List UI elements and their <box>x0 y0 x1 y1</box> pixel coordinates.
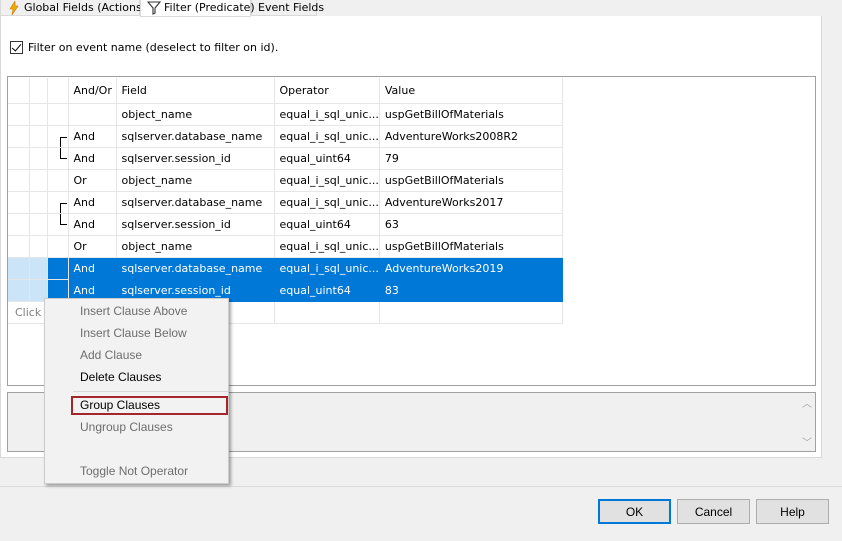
value-cell[interactable]: 83 <box>379 279 563 302</box>
field-cell[interactable]: object_name <box>116 235 275 258</box>
operator-cell[interactable]: equal_i_sql_unic... <box>274 191 380 214</box>
scroll-up-icon[interactable]: ︿ <box>802 395 812 410</box>
andor-cell[interactable]: And <box>68 125 117 148</box>
tab-label: Filter (Predicate) <box>164 1 255 14</box>
operator-cell[interactable]: equal_i_sql_unic... <box>274 235 380 258</box>
row-selector[interactable] <box>8 147 30 170</box>
field-cell[interactable]: sqlserver.session_id <box>116 213 275 236</box>
cancel-button[interactable]: Cancel <box>677 499 750 524</box>
value-cell[interactable]: uspGetBillOfMaterials <box>379 235 563 258</box>
andor-cell[interactable]: Or <box>68 169 117 192</box>
column-header-field[interactable]: Field <box>116 78 275 104</box>
andor-cell[interactable]: And <box>68 147 117 170</box>
vertical-scrollbar[interactable]: ︿ ﹀ <box>798 393 815 451</box>
filter-on-event-name-label: Filter on event name (deselect to filter… <box>28 41 279 54</box>
field-cell[interactable]: sqlserver.database_name <box>116 191 275 214</box>
help-button[interactable]: Help <box>756 499 829 524</box>
group-column-header <box>29 78 48 104</box>
scroll-down-icon[interactable]: ﹀ <box>802 434 812 449</box>
column-header-value[interactable]: Value <box>379 78 563 104</box>
row-selector[interactable] <box>8 279 30 302</box>
ok-button[interactable]: OK <box>598 499 671 524</box>
row-header-corner <box>8 78 30 104</box>
group-bracket <box>47 147 69 170</box>
value-cell[interactable]: AdventureWorks2019 <box>379 257 563 280</box>
group-column-header <box>47 78 69 104</box>
value-cell[interactable]: 63 <box>379 213 563 236</box>
operator-cell[interactable]: equal_i_sql_unic... <box>274 125 380 148</box>
operator-cell[interactable]: equal_uint64 <box>274 147 380 170</box>
field-cell[interactable]: sqlserver.database_name <box>116 257 275 280</box>
operator-cell[interactable]: equal_uint64 <box>274 213 380 236</box>
tab-strip: Global Fields (Actions) Filter (Predicat… <box>0 0 842 17</box>
andor-cell[interactable]: Or <box>68 235 117 258</box>
menu-item-group-clauses[interactable]: Group Clauses <box>80 395 160 415</box>
group-bracket <box>47 125 69 148</box>
menu-item-insert-clause-above[interactable]: Insert Clause Above <box>80 301 187 321</box>
value-cell[interactable]: AdventureWorks2017 <box>379 191 563 214</box>
row-selector[interactable] <box>8 125 30 148</box>
row-selector[interactable] <box>8 235 30 258</box>
filter-on-event-name-checkbox[interactable] <box>10 41 23 54</box>
row-selector[interactable] <box>8 213 30 236</box>
table-row[interactable]: Or object_name equal_i_sql_unic... uspGe… <box>8 235 563 258</box>
field-cell[interactable]: sqlserver.database_name <box>116 125 275 148</box>
table-row[interactable]: Or object_name equal_i_sql_unic... uspGe… <box>8 169 563 192</box>
value-cell[interactable]: 79 <box>379 147 563 170</box>
table-row[interactable]: And sqlserver.database_name equal_i_sql_… <box>8 191 563 214</box>
field-cell[interactable]: object_name <box>116 103 275 126</box>
table-row[interactable]: object_name equal_i_sql_unic... uspGetBi… <box>8 103 563 126</box>
group-bracket <box>47 213 69 236</box>
operator-cell[interactable]: equal_i_sql_unic... <box>274 257 380 280</box>
menu-item-insert-clause-below[interactable]: Insert Clause Below <box>80 323 187 343</box>
lightning-icon <box>7 0 21 15</box>
andor-cell[interactable]: And <box>68 257 117 280</box>
menu-item-delete-clauses[interactable]: Delete Clauses <box>80 367 161 387</box>
column-header-operator[interactable]: Operator <box>274 78 380 104</box>
grid-header-row: And/Or Field Operator Value <box>8 78 563 104</box>
operator-cell[interactable]: equal_i_sql_unic... <box>274 103 380 126</box>
table-row[interactable]: And sqlserver.database_name equal_i_sql_… <box>8 125 563 148</box>
menu-item-toggle-not-operator[interactable]: Toggle Not Operator <box>80 461 188 481</box>
row-selector[interactable] <box>8 103 30 126</box>
context-menu: Insert Clause Above Insert Clause Below … <box>44 298 229 484</box>
row-selector[interactable] <box>8 191 30 214</box>
andor-cell[interactable]: And <box>68 213 117 236</box>
tab-label: Global Fields (Actions) <box>24 0 146 14</box>
row-selector[interactable] <box>8 169 30 192</box>
andor-cell[interactable]: And <box>68 191 117 214</box>
value-cell[interactable]: uspGetBillOfMaterials <box>379 103 563 126</box>
table-row-selected[interactable]: And sqlserver.database_name equal_i_sql_… <box>8 257 563 280</box>
operator-cell[interactable]: equal_uint64 <box>274 279 380 302</box>
tab-label: Event Fields <box>258 0 325 14</box>
tab-global-fields[interactable]: Global Fields (Actions) <box>0 0 146 16</box>
operator-cell[interactable]: equal_i_sql_unic... <box>274 169 380 192</box>
tab-filter-predicate[interactable]: Filter (Predicate) <box>140 0 255 17</box>
table-row[interactable]: And sqlserver.session_id equal_uint64 79 <box>8 147 563 170</box>
table-row[interactable]: And sqlserver.session_id equal_uint64 63 <box>8 213 563 236</box>
funnel-icon <box>146 1 162 15</box>
tab-event-fields[interactable]: Event Fields <box>251 0 324 16</box>
column-header-andor[interactable]: And/Or <box>68 78 117 104</box>
row-selector[interactable] <box>8 257 30 280</box>
group-bracket <box>47 191 69 214</box>
menu-separator <box>73 391 228 392</box>
menu-item-ungroup-clauses[interactable]: Ungroup Clauses <box>80 417 173 437</box>
field-cell[interactable]: sqlserver.session_id <box>116 147 275 170</box>
filter-on-event-name-option[interactable]: Filter on event name (deselect to filter… <box>10 41 278 54</box>
menu-item-add-clause[interactable]: Add Clause <box>80 345 142 365</box>
andor-cell[interactable] <box>68 103 117 126</box>
value-cell[interactable]: AdventureWorks2008R2 <box>379 125 563 148</box>
value-cell[interactable]: uspGetBillOfMaterials <box>379 169 563 192</box>
field-cell[interactable]: object_name <box>116 169 275 192</box>
